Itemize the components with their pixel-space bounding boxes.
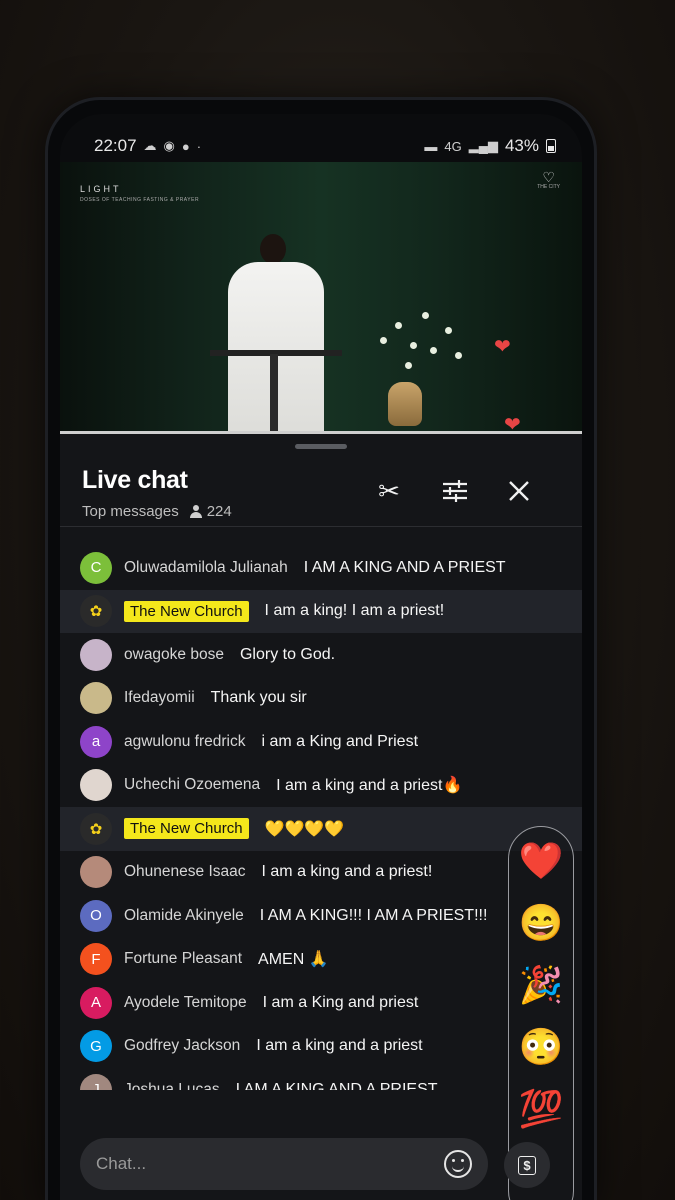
viewer-count: 224 <box>206 503 232 520</box>
chat-message[interactable]: ✿ The New Church 💛💛💛💛 <box>60 807 582 851</box>
message-author[interactable]: Joshua Lucas <box>124 1081 220 1090</box>
message-text: i am a King and Priest <box>261 732 419 750</box>
avatar[interactable]: a <box>80 725 112 758</box>
volte-icon: ▬ <box>424 138 438 154</box>
chat-message[interactable]: ✿ The New Church I am a king! I am a pries… <box>60 589 582 633</box>
chat-message[interactable]: G Godfrey Jackson I am a king and a priest <box>60 1025 582 1069</box>
chat-message[interactable]: O Olamide Akinyele I AM A KING!!! I AM A P… <box>60 894 582 938</box>
smile-reaction[interactable]: 😄 <box>519 901 564 945</box>
status-time: 22:07 <box>94 136 137 155</box>
chat-message[interactable]: a agwulonu fredrick i am a King and Priest <box>60 720 582 764</box>
avatar[interactable]: O <box>80 899 112 932</box>
message-author[interactable]: Godfrey Jackson <box>124 1037 240 1055</box>
dot-icon: · <box>196 138 202 154</box>
message-text: 💛💛💛💛 <box>264 820 345 838</box>
corner-watermark: ♡ THE CITY <box>537 169 560 190</box>
chat-message[interactable]: J Joshua Lucas I AM A KING AND A PRIEST <box>60 1068 582 1090</box>
message-text: I am a king! I am a priest! <box>264 602 445 620</box>
chat-header: Live chat Top messages 224 <box>82 466 232 520</box>
heart-reaction[interactable]: ❤️ <box>519 839 564 883</box>
message-text: AMEN 🙏 <box>258 951 329 969</box>
avatar[interactable]: A <box>80 986 112 1019</box>
phone-frame: 22:07 ☁ ◉ ● · ▬ 4G ▂▄▆ 43% LIGHT DOSES O… <box>48 100 594 1200</box>
avatar[interactable]: G <box>80 1030 112 1063</box>
chat-message[interactable]: C Oluwadamilola Julianah I AM A KING AND A… <box>60 546 582 590</box>
message-text: I am a king and a priest🔥 <box>276 777 463 795</box>
live-chat-panel: Live chat Top messages 224 ✂ C Oluwadami… <box>60 434 582 1200</box>
message-author[interactable]: Uchechi Ozoemena <box>124 776 260 794</box>
scissors-icon: ✂ <box>378 475 400 506</box>
clip-button[interactable]: ✂ <box>372 474 406 508</box>
viewers-icon <box>189 505 203 518</box>
sliders-icon <box>443 480 467 502</box>
message-text: I am a king and a priest <box>256 1037 423 1055</box>
network-type: 4G <box>444 138 462 154</box>
message-text: I AM A KING!!! I AM A PRIEST!!! <box>259 906 488 924</box>
vase <box>388 382 422 426</box>
chat-message[interactable]: F Fortune Pleasant AMEN 🙏 <box>60 938 582 982</box>
notification-icon: ● <box>181 138 190 154</box>
drag-handle[interactable] <box>295 444 347 449</box>
super-chat-button[interactable]: $ <box>504 1142 550 1188</box>
message-author[interactable]: Ayodele Temitope <box>124 994 247 1012</box>
emoji-icon[interactable] <box>444 1150 472 1178</box>
avatar[interactable]: F <box>80 943 112 976</box>
avatar[interactable]: ✿ <box>80 812 112 845</box>
chat-input[interactable] <box>96 1154 416 1174</box>
close-chat-button[interactable] <box>502 474 536 508</box>
video-player[interactable]: LIGHT DOSES OF TEACHING FASTING & PRAYER… <box>60 162 582 434</box>
flushed-reaction[interactable]: 😳 <box>519 1025 564 1069</box>
chat-title: Live chat <box>82 466 188 494</box>
message-author[interactable]: Ohunenese Isaac <box>124 863 246 881</box>
message-author[interactable]: Ifedayomii <box>124 689 195 707</box>
chat-message-list[interactable]: C Oluwadamilola Julianah I AM A KING AND A… <box>60 534 582 1090</box>
chat-mode-selector[interactable]: Top messages <box>82 503 179 520</box>
avatar[interactable]: C <box>80 551 112 584</box>
close-icon <box>509 481 529 501</box>
message-text: I AM A KING AND A PRIEST <box>303 558 506 576</box>
chat-message[interactable]: owagoke bose Glory to God. <box>60 633 582 677</box>
battery-percent: 43% <box>504 136 539 155</box>
avatar[interactable] <box>80 856 112 889</box>
status-bar: 22:07 ☁ ◉ ● · ▬ 4G ▂▄▆ 43% <box>60 114 582 166</box>
chat-message-partial <box>60 534 582 546</box>
message-author[interactable]: Fortune Pleasant <box>124 950 242 968</box>
chat-message[interactable]: Ifedayomii Thank you sir <box>60 677 582 721</box>
battery-icon <box>546 139 556 153</box>
message-author[interactable]: agwulonu fredrick <box>124 733 245 751</box>
chat-message[interactable]: Ohunenese Isaac I am a king and a priest! <box>60 851 582 895</box>
avatar[interactable] <box>80 769 112 802</box>
money-icon: $ <box>518 1155 536 1175</box>
party-reaction[interactable]: 🎉 <box>519 963 564 1007</box>
avatar[interactable]: ✿ <box>80 595 112 628</box>
cloud-icon: ☁ <box>143 138 157 153</box>
whatsapp-icon: ◉ <box>163 138 175 153</box>
avatar[interactable]: J <box>80 1073 112 1090</box>
message-author[interactable]: The New Church <box>124 818 249 840</box>
hundred-reaction[interactable]: 💯 <box>519 1087 564 1131</box>
chat-message[interactable]: Uchechi Ozoemena I am a king and a priest… <box>60 764 582 808</box>
chat-message[interactable]: A Ayodele Temitope I am a King and priest <box>60 981 582 1025</box>
signal-icon: ▂▄▆ <box>468 138 498 153</box>
message-text: I am a king and a priest! <box>261 863 433 881</box>
screen: 22:07 ☁ ◉ ● · ▬ 4G ▂▄▆ 43% LIGHT DOSES O… <box>60 114 582 1200</box>
flowers <box>360 307 470 392</box>
message-text: Thank you sir <box>210 689 307 707</box>
chat-settings-button[interactable] <box>438 474 472 508</box>
message-text: I am a King and priest <box>262 993 419 1011</box>
channel-watermark: LIGHT DOSES OF TEACHING FASTING & PRAYER <box>80 184 200 203</box>
floating-heart-icon: ❤ <box>494 336 511 358</box>
chat-input-bar <box>80 1138 488 1190</box>
message-author[interactable]: The New Church <box>124 600 249 622</box>
avatar[interactable] <box>80 682 112 715</box>
avatar[interactable] <box>80 638 112 671</box>
message-text: I AM A KING AND A PRIEST <box>235 1080 438 1090</box>
message-text: Glory to God. <box>239 645 336 663</box>
message-author[interactable]: Olamide Akinyele <box>124 907 244 925</box>
message-author[interactable]: Oluwadamilola Julianah <box>124 559 288 577</box>
message-author[interactable]: owagoke bose <box>124 646 224 664</box>
